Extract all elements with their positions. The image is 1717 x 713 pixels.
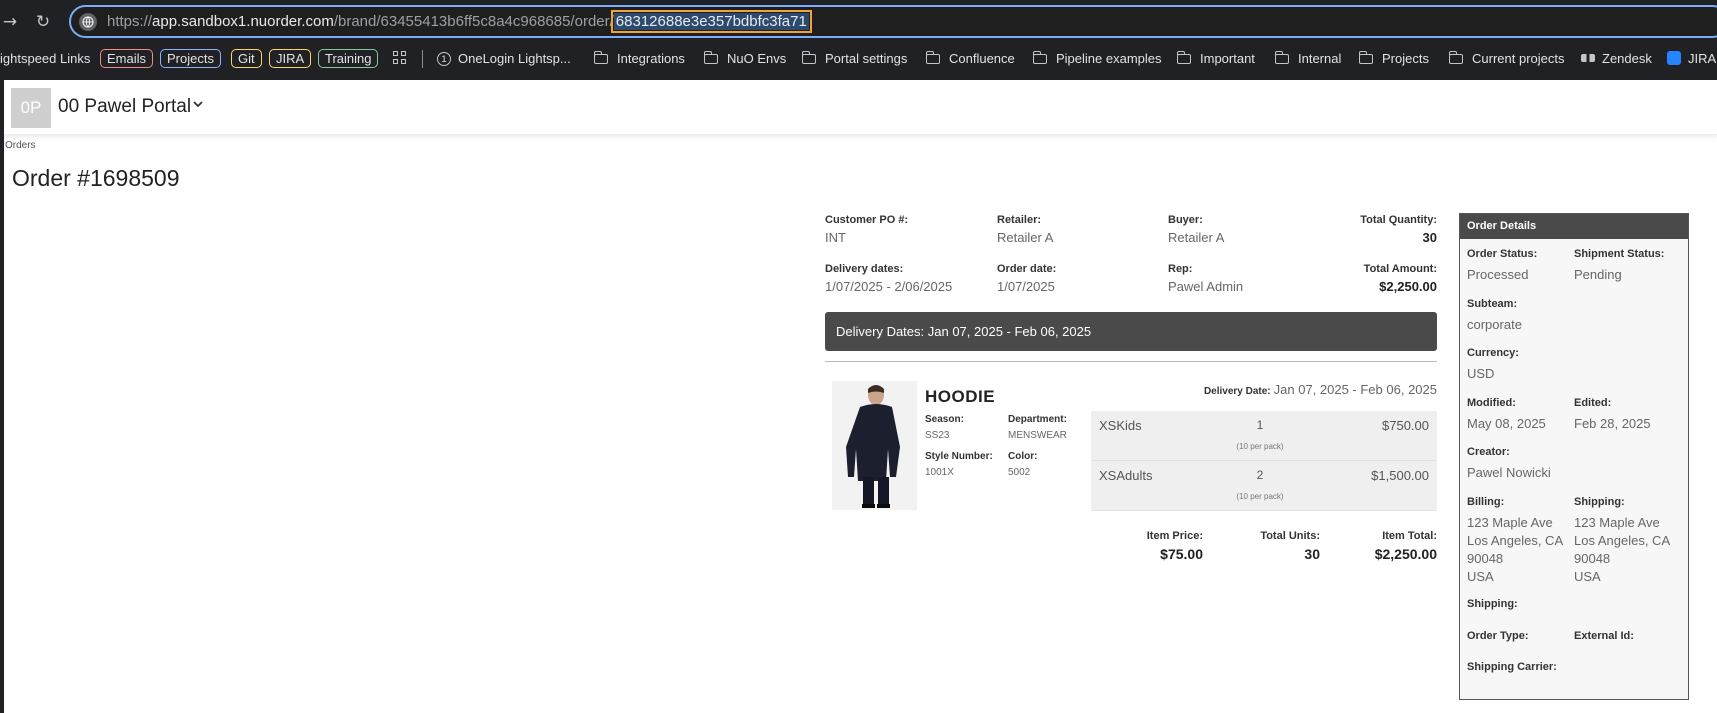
bookmark-separator	[422, 50, 423, 68]
item-delivery-date: Delivery Date: Jan 07, 2025 - Feb 06, 202…	[1203, 382, 1437, 397]
item-name[interactable]: HOODIE	[925, 387, 995, 407]
order-type-field: Order Type:	[1467, 630, 1529, 642]
bookmark-projects-folder[interactable]: Projects	[1358, 49, 1429, 68]
onelogin-icon: 1	[437, 52, 451, 66]
bookmark-git[interactable]: Git	[231, 49, 262, 68]
folder-icon	[1274, 51, 1289, 64]
bookmark-lightspeed-links[interactable]: ightspeed Links	[0, 49, 90, 68]
bookmark-onelogin[interactable]: 1 OneLogin Lightsp...	[437, 49, 571, 68]
app-header: 0P 00 Pawel Portal	[0, 80, 1717, 135]
breadcrumb[interactable]: Orders	[5, 140, 36, 151]
currency-field: Currency: USD	[1467, 347, 1519, 381]
site-info-icon[interactable]	[79, 13, 97, 31]
order-details-panel: Order Details Order Status: Processed Shi…	[1459, 213, 1689, 700]
order-details-title: Order Details	[1460, 214, 1688, 239]
browser-chrome: → ↻ https://app.sandbox1.nuorder.com/bra…	[0, 0, 1717, 80]
bookmark-integrations[interactable]: Integrations	[593, 49, 685, 68]
folder-icon	[593, 51, 608, 64]
zendesk-icon	[1581, 54, 1595, 62]
portal-name[interactable]: 00 Pawel Portal	[58, 96, 191, 118]
bookmark-confluence[interactable]: Confluence	[925, 49, 1015, 68]
delivery-dates-bar[interactable]: Delivery Dates: Jan 07, 2025 - Feb 06, 2…	[825, 312, 1437, 351]
folder-icon	[1032, 51, 1047, 64]
shipping-address-field: Shipping: 123 Maple Ave Los Angeles, CA 90…	[1574, 496, 1671, 584]
folder-icon	[801, 51, 816, 64]
modified-field: Modified: May 08, 2025	[1467, 397, 1546, 431]
page-title: Order #1698509	[12, 165, 180, 191]
department-field: Department: MENSWEAR	[1008, 414, 1067, 441]
total-units: Total Units: 30	[1260, 530, 1320, 562]
item-total: Item Total: $2,250.00	[1374, 530, 1437, 562]
bookmark-current-projects[interactable]: Current projects	[1448, 49, 1564, 68]
bookmark-nuo-envs[interactable]: NuO Envs	[703, 49, 786, 68]
external-id-field: External Id:	[1574, 630, 1634, 642]
bookmark-portal-settings[interactable]: Portal settings	[801, 49, 907, 68]
order-date-field: Order date: 1/07/2025	[997, 263, 1057, 294]
retailer-field: Retailer: Retailer A	[997, 214, 1054, 245]
jira-icon	[1667, 51, 1681, 65]
shipping-field: Shipping:	[1467, 598, 1518, 610]
billing-field: Billing: 123 Maple Ave Los Angeles, CA 900…	[1467, 496, 1564, 584]
customer-po-field: Customer PO #: INT	[825, 214, 909, 245]
buyer-field: Buyer: Retailer A	[1168, 214, 1225, 245]
folder-icon	[1358, 51, 1373, 64]
item-price: Item Price: $75.00	[1146, 530, 1203, 562]
bookmark-emails[interactable]: Emails	[100, 49, 154, 68]
bookmark-internal[interactable]: Internal	[1274, 49, 1341, 68]
size-table: XSKids 1 (10 per pack) $750.00 XSAdults …	[1091, 411, 1437, 511]
bookmark-zendesk[interactable]: Zendesk	[1581, 49, 1652, 68]
total-amount-field: Total Amount: $2,250.00	[1363, 263, 1437, 294]
product-image[interactable]	[832, 381, 917, 510]
style-number-field: Style Number: 1001X	[925, 451, 993, 478]
shipping-carrier-field: Shipping Carrier:	[1467, 661, 1557, 673]
folder-icon	[925, 51, 940, 64]
address-row: → ↻ https://app.sandbox1.nuorder.com/bra…	[0, 0, 1717, 44]
shipment-status-field: Shipment Status: Pending	[1574, 248, 1665, 282]
order-status-field: Order Status: Processed	[1467, 248, 1538, 282]
divider	[825, 361, 1437, 362]
bookmark-pipeline-examples[interactable]: Pipeline examples	[1032, 49, 1162, 68]
hoodie-image-icon	[832, 381, 917, 510]
folder-icon	[1176, 51, 1191, 64]
folder-icon	[703, 51, 718, 64]
left-edge-bar	[0, 80, 4, 713]
creator-field: Creator: Pawel Nowicki	[1467, 446, 1551, 480]
address-bar[interactable]: https://app.sandbox1.nuorder.com/brand/6…	[69, 5, 1717, 38]
forward-icon[interactable]: →	[0, 11, 20, 33]
subteam-field: Subteam: corporate	[1467, 298, 1522, 332]
folder-icon	[1448, 51, 1463, 64]
size-row[interactable]: XSAdults 2 (10 per pack) $1,500.00	[1091, 461, 1437, 511]
rep-field: Rep: Pawel Admin	[1168, 263, 1244, 294]
url-selection: 68312688e3e357bdbfc3fa71	[610, 10, 812, 33]
bookmark-projects-chip[interactable]: Projects	[160, 49, 221, 68]
apps-grid-icon[interactable]	[393, 51, 407, 65]
color-field: Color: 5002	[1008, 451, 1038, 478]
avatar[interactable]: 0P	[11, 88, 51, 128]
bookmark-jira[interactable]: JIRA	[1667, 49, 1716, 68]
bookmark-important[interactable]: Important	[1176, 49, 1255, 68]
bookmark-training[interactable]: Training	[318, 49, 379, 68]
size-row[interactable]: XSKids 1 (10 per pack) $750.00	[1091, 411, 1437, 461]
total-quantity-field: Total Quantity: 30	[1360, 214, 1437, 245]
url-text[interactable]: https://app.sandbox1.nuorder.com/brand/6…	[107, 10, 812, 33]
edited-field: Edited: Feb 28, 2025	[1574, 397, 1651, 431]
chevron-down-icon[interactable]	[191, 97, 205, 111]
bookmarks-bar: ightspeed Links Emails Projects Git JIRA…	[0, 44, 1717, 72]
season-field: Season: SS23	[925, 414, 964, 441]
delivery-dates-field: Delivery dates: 1/07/2025 - 2/06/2025	[825, 263, 953, 294]
reload-icon[interactable]: ↻	[33, 11, 53, 33]
bookmark-jira-chip[interactable]: JIRA	[269, 49, 312, 68]
